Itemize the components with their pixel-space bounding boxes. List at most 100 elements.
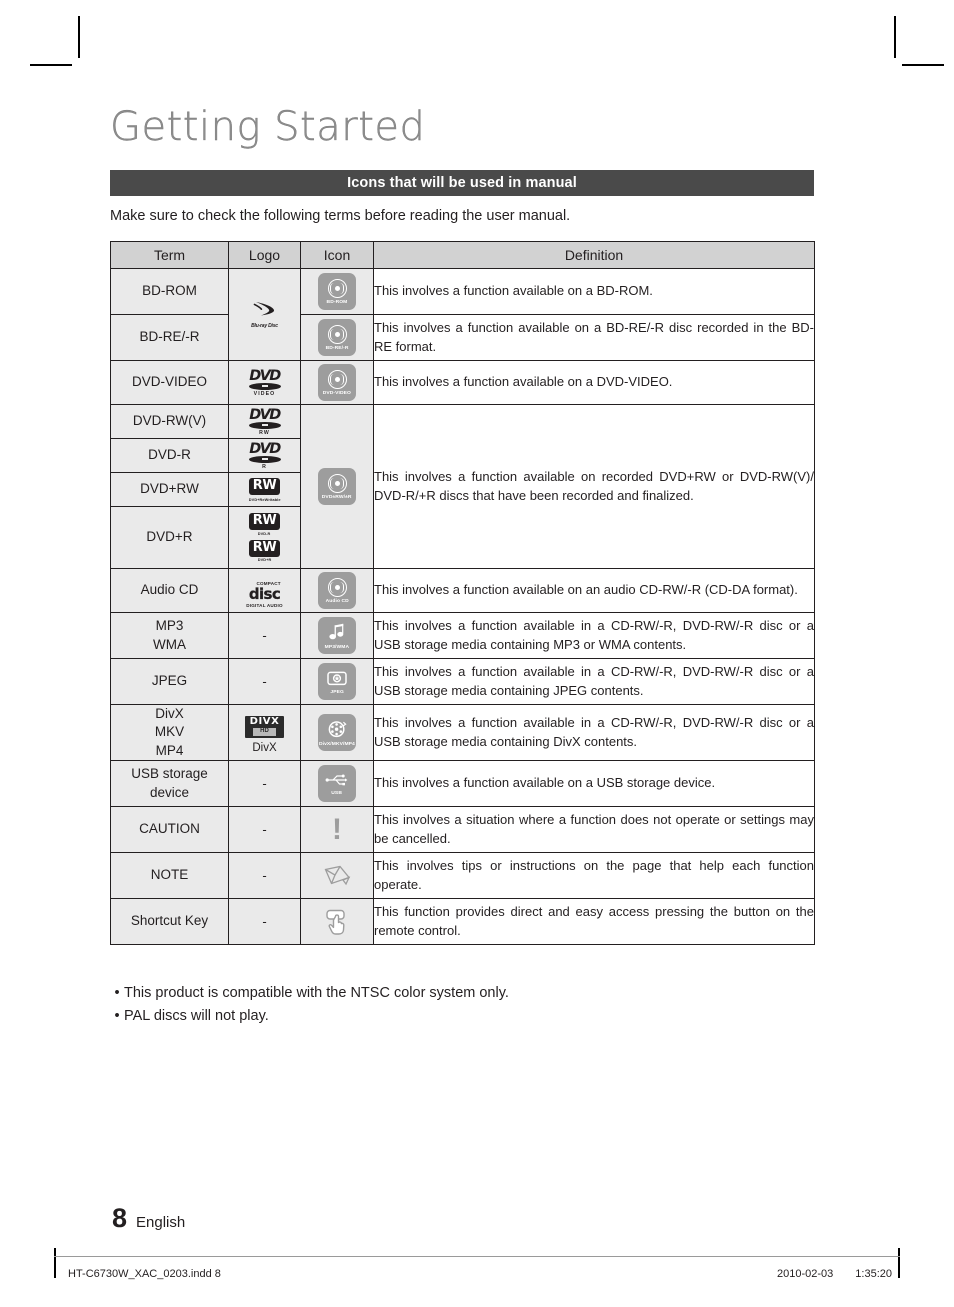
table-row: DivX MKV MP4 DIVX HD DivX DivX/MKV/MP4 T… [110,704,815,761]
footer-filename: HT-C6730W_XAC_0203.indd 8 [68,1268,221,1280]
column-header-definition: Definition [373,241,815,269]
rw-badge-box: RW [248,540,281,557]
film-reel-icon [328,720,347,740]
bullet-icon: • [114,985,120,1001]
compact-disc-digital-audio-logo: COMPACT disc DIGITAL AUDIO [246,581,282,608]
cell-term-note: NOTE [110,852,229,899]
cell-icon-dvd-video: DVD-VIDEO [300,360,374,405]
dvd-video-icon: DVD-VIDEO [318,364,356,401]
dvd-logo-sub: VIDEO [253,390,276,397]
disc-glyph-icon [327,578,347,597]
cell-logo-dvd-plus-rw: RW DVD+ReWritable [228,472,301,507]
cell-icon-caution: ! [300,806,374,853]
list-item: • PAL discs will not play. [110,1005,509,1028]
usb-trident-icon [325,773,349,789]
dvd-logo-ellipse [248,455,281,463]
page-language-label: English [136,1214,186,1231]
table-row: MP3 WMA - MP3/WMA This involves a functi… [110,612,815,659]
dvd-group-icon-label: DVD±RW/±R [322,494,352,500]
bd-re-r-icon: BD-RE/-R [318,319,356,356]
cell-logo-divx: DIVX HD DivX [228,704,301,761]
dvd-plus-r-logo-second: RW DVD+R [248,540,281,563]
rw-badge-box: RW [248,478,281,496]
crop-mark-bottom-right-vertical [898,1248,900,1278]
table-row: NOTE - This involves tips or instruction… [110,852,815,899]
cell-term-dvd-rw-v: DVD-RW(V) [110,404,229,439]
cell-definition-dvd-video: This involves a function available on a … [373,360,815,405]
table-row: BD-RE/-R BD-RE/-R This involves a functi… [110,314,815,361]
icons-table: Term Logo Icon Definition BD-ROM Blu-ray… [110,241,815,945]
caution-icon: ! [317,812,357,848]
footer-date: 2010-02-03 [777,1268,834,1280]
notes-list: • This product is compatible with the NT… [110,982,509,1029]
bluray-disc-logo: Blu-ray Disc [251,300,278,329]
page-number-block: 8 English [112,1203,185,1234]
table-row: BD-ROM Blu-ray Disc BD-ROM This involves… [110,268,815,361]
usb-icon: USB [318,765,356,802]
list-item-text: This product is compatible with the NTSC… [124,985,509,1001]
cell-icon-jpeg: JPEG [300,658,374,705]
dvd-plus-rw-logo: RW DVD+ReWritable [247,478,282,501]
dvd-logo-ellipse [248,382,281,390]
cell-term-dvd-plus-rw: DVD+RW [110,472,229,507]
dvd-logo-ellipse [248,421,281,429]
cell-logo-dvd-plus-r: RW DVD-R RW DVD+R [228,506,301,569]
cell-term-divx: DivX MKV MP4 [110,704,229,761]
divx-hd-badge: HD [253,728,276,736]
column-header-logo: Logo [228,241,301,269]
disc-glyph-icon [327,474,347,493]
term-line: MP4 [155,742,184,758]
cell-definition-dvd-group: This involves a function available on re… [373,404,815,569]
cell-term-mp3-wma: MP3 WMA [110,612,229,659]
intro-paragraph: Make sure to check the following terms b… [110,208,571,224]
table-row: DVD-RW(V) DVD RW DVD±RW/±R This involves… [110,404,815,569]
table-row: USB storage device - USB This involves a… [110,760,815,807]
cell-definition-bd-rom: This involves a function available on a … [373,268,815,315]
cell-definition-divx: This involves a function available in a … [373,704,815,761]
cell-icon-bd-rom: BD-ROM [300,268,374,315]
cell-term-dvd-plus-r: DVD+R [110,506,229,569]
audio-cd-icon: Audio CD [318,572,356,609]
page-number: 8 [112,1203,128,1233]
dvd-logo-word: DVD [249,407,281,424]
cell-logo-dvd-video: DVD VIDEO [228,360,301,405]
bd-rom-icon: BD-ROM [318,273,356,310]
cell-definition-usb: This involves a function available on a … [373,760,815,807]
cell-term-bd-re-r: BD-RE/-R [110,314,229,361]
table-row: Shortcut Key - This function provides di… [110,898,815,945]
crop-mark-top-left-vertical [78,16,80,58]
cell-icon-dvd-group: DVD±RW/±R [300,404,374,569]
dvd-logo-word: DVD [249,368,281,385]
crop-mark-top-right-horizontal [902,64,944,66]
dvd-plus-r-logo-group: RW DVD-R RW DVD+R [248,510,283,563]
cell-term-audio-cd: Audio CD [110,568,229,613]
cell-term-shortcut-key: Shortcut Key [110,898,229,945]
footer-timestamp: 2010-02-03 1:35:20 [777,1268,892,1280]
divx-mkv-mp4-icon: DivX/MKV/MP4 [318,714,356,751]
dvd-r-logo: DVD R [248,441,281,470]
divx-icon-label: DivX/MKV/MP4 [319,740,355,747]
jpeg-icon-label: JPEG [330,688,344,695]
crop-mark-bottom-left-vertical [54,1248,56,1278]
bd-re-r-icon-label: BD-RE/-R [325,345,349,351]
cell-logo-usb: - [228,760,301,807]
cdda-word: disc [248,584,281,603]
rw-badge-box: RW [248,510,283,531]
cell-definition-shortcut-key: This function provides direct and easy a… [373,898,815,945]
divx-hd-logo: DIVX HD DivX [244,715,285,754]
crop-mark-top-left-horizontal [30,64,72,66]
cell-term-dvd-video: DVD-VIDEO [110,360,229,405]
jpeg-icon: JPEG [318,663,356,700]
page-title: Getting Started [110,104,426,150]
divx-logo-caption: DivX [252,741,277,754]
cell-logo-mp3-wma: - [228,612,301,659]
cell-logo-audio-cd: COMPACT disc DIGITAL AUDIO [228,568,301,613]
table-header-row: Term Logo Icon Definition [110,241,815,269]
bluray-logo-text: Blu-ray Disc [251,323,278,329]
cell-term-usb: USB storage device [110,760,229,807]
cell-definition-jpeg: This involves a function available in a … [373,658,815,705]
cell-term-jpeg: JPEG [110,658,229,705]
cdda-bottom-text: DIGITAL AUDIO [246,602,283,608]
cell-icon-audio-cd: Audio CD [300,568,374,613]
dvd-logo-word: DVD [249,441,281,458]
